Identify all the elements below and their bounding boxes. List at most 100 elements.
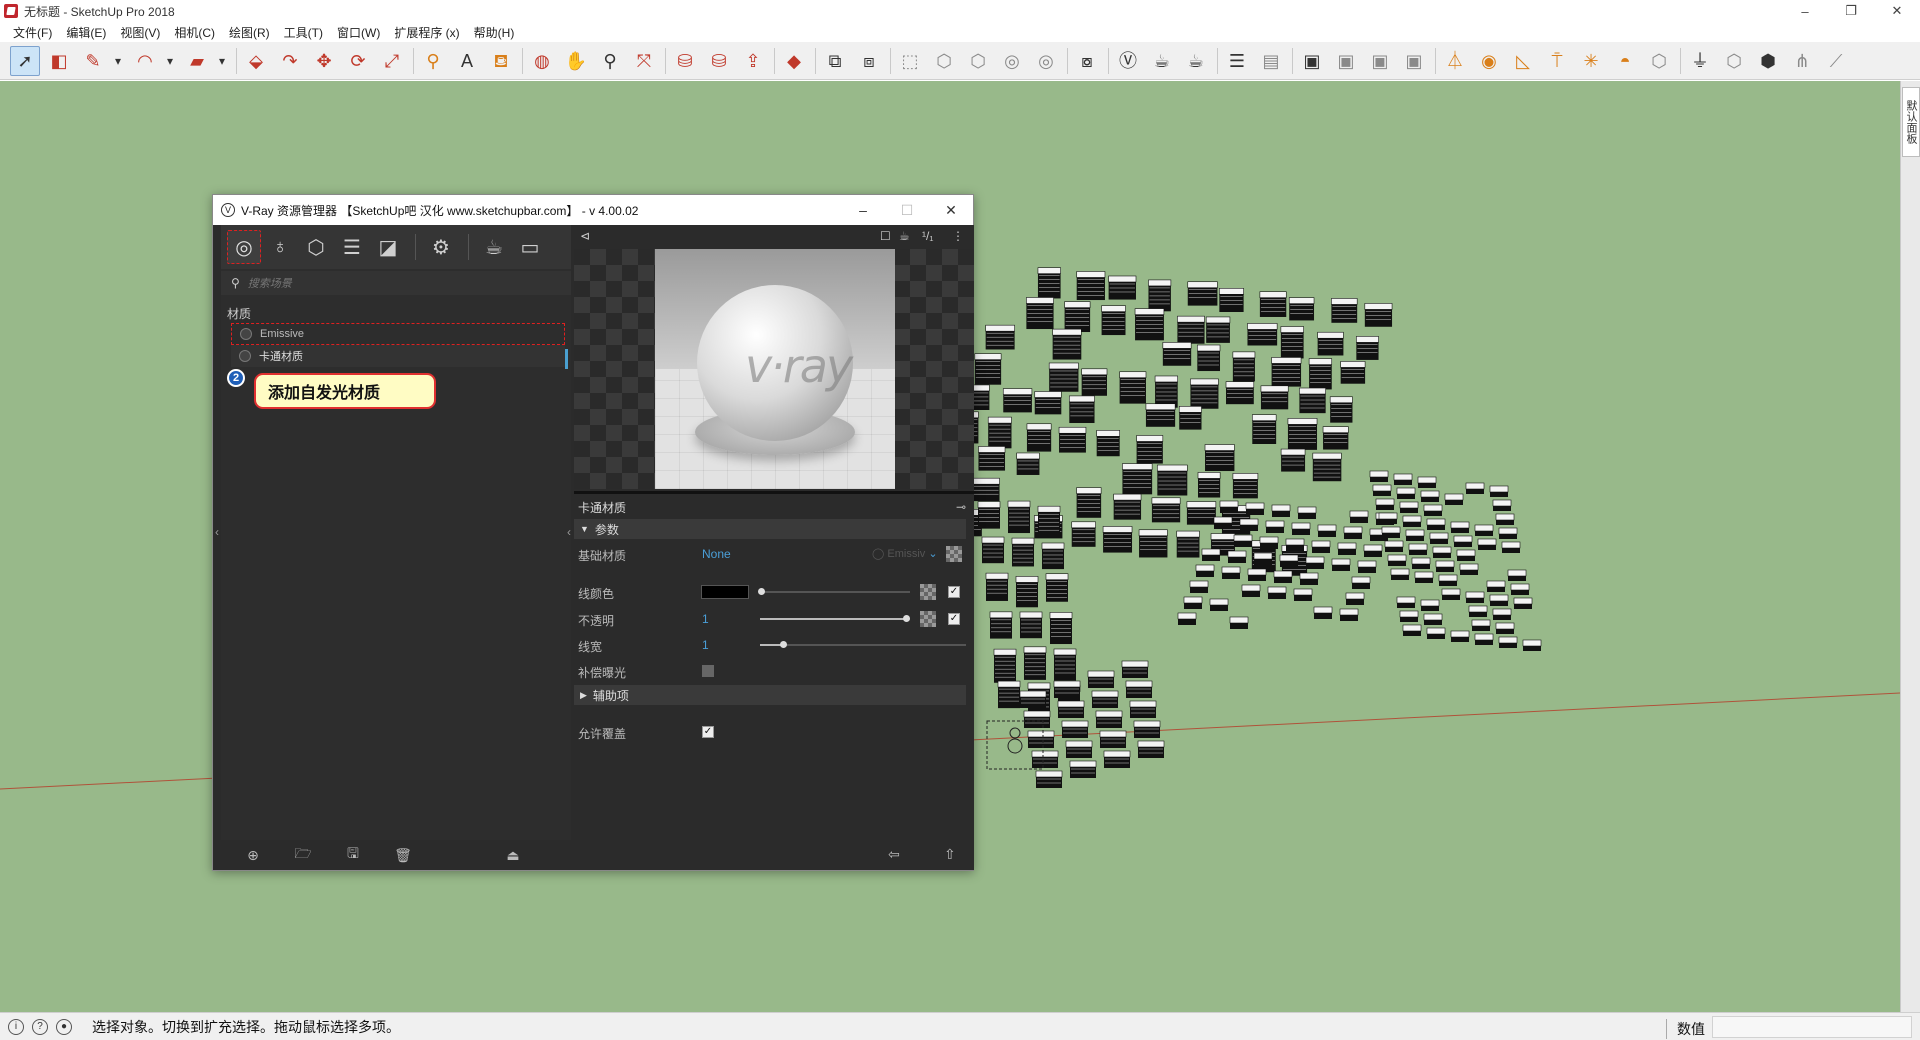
vray-lock-tool-icon[interactable]: ▣: [1365, 46, 1395, 76]
ruby-tool-icon[interactable]: ◆: [779, 46, 809, 76]
material-item-emissive[interactable]: Emissive: [231, 323, 565, 345]
material-item-toon[interactable]: 卡通材质: [231, 345, 565, 367]
textures-category-icon[interactable]: ◪: [371, 230, 405, 264]
line-color-slider-track[interactable]: [760, 591, 910, 593]
geo-location-icon[interactable]: i: [8, 1018, 24, 1035]
base-material-dropdown[interactable]: ◯ Emissiv ⌄: [872, 547, 938, 560]
line-dropdown[interactable]: ▾: [112, 46, 124, 76]
opacity-value[interactable]: 1: [702, 612, 709, 626]
move-tool-icon[interactable]: ✥: [309, 46, 339, 76]
select-tool-icon[interactable]: ➚: [10, 45, 40, 76]
upload-component-tool-icon[interactable]: ⇪: [738, 46, 768, 76]
scene-search-input[interactable]: ⚲ 搜索场景: [221, 271, 571, 295]
auxiliary-section-header[interactable]: ▶ 辅助项: [574, 685, 966, 705]
default-tray-tab[interactable]: 默认面板: [1902, 87, 1920, 157]
add-material-icon[interactable]: ⊕: [241, 843, 265, 867]
frame-buffer-icon[interactable]: ▭: [513, 230, 547, 264]
back-view-icon[interactable]: ◎: [1031, 46, 1061, 76]
pin-icon[interactable]: ⊸: [956, 500, 966, 514]
vray-logo-tool-icon[interactable]: Ⓥ: [1113, 46, 1143, 76]
menu-extensions[interactable]: 扩展程序 (x): [387, 24, 466, 41]
line-tool-icon[interactable]: ✎: [78, 46, 108, 76]
vray-frame-buffer-tool-icon[interactable]: ☰: [1222, 46, 1252, 76]
arc-tool-icon[interactable]: ◠: [130, 46, 160, 76]
preview-ratio-icon[interactable]: ¹/₁: [922, 229, 933, 243]
menu-window[interactable]: 窗口(W): [330, 24, 387, 41]
menu-help[interactable]: 帮助(H): [467, 24, 522, 41]
render-elements-category-icon[interactable]: ☰: [335, 230, 369, 264]
rotate-tool-icon[interactable]: ⟳: [343, 46, 373, 76]
opacity-texture-slot[interactable]: [920, 611, 936, 627]
vray-minimize-button[interactable]: –: [841, 195, 885, 225]
vray-batch-render-tool-icon[interactable]: ▤: [1256, 46, 1286, 76]
vray-cloud-tool-icon[interactable]: ▣: [1399, 46, 1429, 76]
params-section-header[interactable]: ▼ 参数: [574, 519, 966, 539]
vray-mesh-light-tool-icon[interactable]: ⬡: [1644, 46, 1674, 76]
pan-tool-icon[interactable]: ✋: [561, 46, 591, 76]
line-width-value[interactable]: 1: [702, 638, 709, 652]
right-view-icon[interactable]: ◎: [997, 46, 1027, 76]
orbit-tool-icon[interactable]: ◍: [527, 46, 557, 76]
purge-icon[interactable]: ⏏: [501, 843, 525, 867]
minimize-button[interactable]: –: [1782, 0, 1828, 22]
line-width-slider-knob[interactable]: [780, 641, 787, 648]
vray-render-tool-icon[interactable]: ☕: [1147, 46, 1177, 76]
vray-clipper-tool-icon[interactable]: ⟋: [1821, 46, 1851, 76]
iso-view-icon[interactable]: ⬚: [895, 46, 925, 76]
share-model-tool-icon[interactable]: ⛁: [704, 46, 734, 76]
vray-omni-light-tool-icon[interactable]: ✳: [1576, 46, 1606, 76]
up-arrow-icon[interactable]: ⇧: [944, 846, 956, 863]
zoom-tool-icon[interactable]: ⚲: [595, 46, 625, 76]
line-width-slider-track[interactable]: [760, 644, 966, 646]
zoom-extents-tool-icon[interactable]: ⤧: [629, 46, 659, 76]
outliner-tool-icon[interactable]: ⧉: [820, 46, 850, 76]
components-tool-icon[interactable]: ⧈: [854, 46, 884, 76]
settings-category-icon[interactable]: ⚙: [424, 230, 458, 264]
line-color-swatch[interactable]: [701, 585, 749, 599]
base-material-value[interactable]: None: [702, 547, 731, 561]
restore-button[interactable]: ❐: [1828, 0, 1874, 22]
menu-draw[interactable]: 绘图(R): [222, 24, 277, 41]
text-tool-icon[interactable]: A: [452, 46, 482, 76]
vray-ies-light-tool-icon[interactable]: ⍑: [1542, 46, 1572, 76]
open-file-icon[interactable]: 🗁: [291, 843, 315, 867]
menu-edit[interactable]: 编辑(E): [59, 24, 113, 41]
front-view-icon[interactable]: ⬡: [963, 46, 993, 76]
pin-preview-icon[interactable]: ⊲: [580, 229, 590, 243]
menu-file[interactable]: 文件(F): [6, 24, 59, 41]
preview-teapot-icon[interactable]: ☕: [899, 229, 910, 243]
vray-fur-tool-icon[interactable]: ⋔: [1787, 46, 1817, 76]
save-file-icon[interactable]: 🖫: [341, 843, 365, 867]
vray-interactive-render-tool-icon[interactable]: ☕: [1181, 46, 1211, 76]
menu-camera[interactable]: 相机(C): [167, 24, 222, 41]
menu-view[interactable]: 视图(V): [113, 24, 167, 41]
materials-category-icon[interactable]: ◎: [227, 230, 261, 264]
preview-shape-icon[interactable]: ☐: [880, 229, 891, 243]
collapse-left-icon[interactable]: ‹: [215, 525, 219, 539]
vray-infinite-plane-tool-icon[interactable]: ⏚: [1685, 46, 1715, 76]
user-account-icon[interactable]: ●: [56, 1018, 72, 1035]
warehouse-tool-icon[interactable]: ⛁: [670, 46, 700, 76]
line-color-texture-slot[interactable]: [920, 584, 936, 600]
top-view-icon[interactable]: ⬡: [929, 46, 959, 76]
line-color-texture-checkbox[interactable]: ✓: [948, 586, 960, 598]
follow-me-tool-icon[interactable]: ↷: [275, 46, 305, 76]
back-arrow-icon[interactable]: ⇦: [888, 846, 900, 863]
allow-override-checkbox[interactable]: ✓: [702, 726, 714, 738]
credits-icon[interactable]: ?: [32, 1018, 48, 1035]
vray-spot-light-tool-icon[interactable]: ◺: [1508, 46, 1538, 76]
opacity-slider-knob[interactable]: [903, 615, 910, 622]
vray-proxy-import-tool-icon[interactable]: ⬢: [1753, 46, 1783, 76]
vray-sphere-light-tool-icon[interactable]: ◉: [1474, 46, 1504, 76]
close-button[interactable]: ✕: [1874, 0, 1920, 22]
preview-more-icon[interactable]: ⋮: [952, 229, 964, 243]
rectangle-dropdown[interactable]: ▾: [216, 46, 228, 76]
arc-dropdown[interactable]: ▾: [164, 46, 176, 76]
push-pull-tool-icon[interactable]: ⬙: [241, 46, 271, 76]
vray-rect-light-tool-icon[interactable]: ⏃: [1440, 46, 1470, 76]
measurements-input[interactable]: [1712, 1016, 1912, 1038]
vray-title-bar[interactable]: V V-Ray 资源管理器 【SketchUp吧 汉化 www.sketchup…: [213, 195, 973, 225]
list-scrollbar[interactable]: [565, 349, 568, 369]
delete-icon[interactable]: 🗑: [391, 843, 415, 867]
eraser-tool-icon[interactable]: ◧: [44, 46, 74, 76]
